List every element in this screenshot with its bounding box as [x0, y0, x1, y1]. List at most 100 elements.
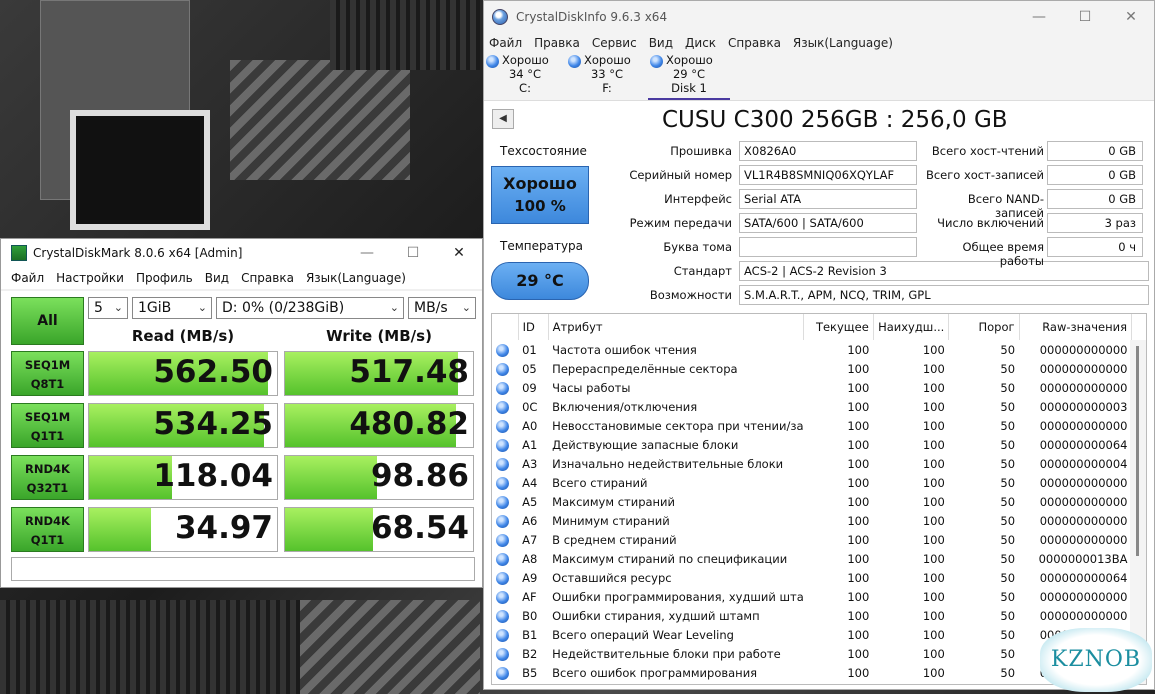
close-icon[interactable]: ✕: [436, 245, 482, 261]
menu-disk[interactable]: Диск: [685, 36, 716, 50]
menu-service[interactable]: Сервис: [592, 36, 637, 50]
menu-language[interactable]: Язык(Language): [793, 36, 893, 50]
column-header-worst[interactable]: Наихудш...: [873, 314, 950, 340]
info-label-serial: Серийный номер: [629, 168, 732, 182]
status-ok-icon: [496, 438, 509, 452]
table-row[interactable]: A5 Максимум стираний 100 100 50 000000000000: [492, 492, 1132, 511]
cell-raw: 000000000064: [1039, 437, 1128, 452]
menu-help[interactable]: Справка: [241, 271, 294, 285]
cell-id: A8: [522, 551, 538, 566]
info-value-power-on-hours: 0 ч: [1047, 237, 1143, 257]
table-row[interactable]: A7 В среднем стираний 100 100 50 000000000000: [492, 530, 1132, 549]
menu-language[interactable]: Язык(Language): [306, 271, 406, 285]
cell-id: A0: [522, 418, 538, 433]
table-row[interactable]: B2 Недействительные блоки при работе 100 10…: [492, 644, 1132, 663]
table-row[interactable]: AF Ошибки программирования, худший шта...…: [492, 587, 1132, 606]
cell-id: B2: [522, 646, 538, 661]
maximize-icon[interactable]: ☐: [390, 245, 436, 261]
test-button-0[interactable]: SEQ1M Q8T1: [11, 351, 84, 396]
write-result-0: 517.48: [284, 351, 474, 396]
test-button-1[interactable]: SEQ1M Q1T1: [11, 403, 84, 448]
row-status-cell: [492, 568, 518, 587]
cell-attribute: Перераспределённые сектора: [552, 361, 738, 376]
cell-id: 01: [522, 342, 537, 357]
cell-raw: 000000000000: [1039, 513, 1128, 528]
menu-view[interactable]: Вид: [205, 271, 229, 285]
minimize-icon[interactable]: —: [1016, 9, 1062, 25]
status-ok-icon: [496, 419, 509, 433]
menu-settings[interactable]: Настройки: [56, 271, 124, 285]
disk-tab-f[interactable]: Хорошо 33 °C F:: [566, 53, 648, 100]
cell-worst: 100: [922, 570, 945, 585]
menu-view[interactable]: Вид: [649, 36, 673, 50]
menu-file[interactable]: Файл: [489, 36, 522, 50]
table-row[interactable]: A3 Изначально недействительные блоки 100 10…: [492, 454, 1132, 473]
cell-attribute: Всего ошибок программирования: [552, 665, 758, 680]
menu-profile[interactable]: Профиль: [136, 271, 193, 285]
table-row[interactable]: 0C Включения/отключения 100 100 50 0000000000…: [492, 397, 1132, 416]
cell-raw: 000000000000: [1039, 608, 1128, 623]
menu-help[interactable]: Справка: [728, 36, 781, 50]
cell-raw: 000000000003: [1039, 399, 1128, 414]
table-row[interactable]: 09 Часы работы 100 100 50 000000000000: [492, 378, 1132, 397]
table-row[interactable]: B5Всего ошибок программирования100100500…: [492, 663, 1132, 682]
table-row[interactable]: 05 Перераспределённые сектора 100 100 50 0000…: [492, 359, 1132, 378]
table-row[interactable]: A8 Максимум стираний по спецификации 100 10…: [492, 549, 1132, 568]
column-header-raw[interactable]: Raw-значения: [1019, 314, 1133, 340]
row-status-cell: [492, 473, 518, 492]
disk-tab-disk1[interactable]: Хорошо 29 °C Disk 1: [648, 53, 730, 100]
status-ok-icon: [496, 457, 509, 471]
menu-file[interactable]: Файл: [11, 271, 44, 285]
run-all-button[interactable]: All: [11, 297, 84, 345]
table-row[interactable]: A4 Всего стираний 100 100 50 000000000000: [492, 473, 1132, 492]
cell-raw: 000000000000: [1039, 475, 1128, 490]
disk-tab-c[interactable]: Хорошо 34 °C C:: [484, 53, 566, 100]
cell-id: A3: [522, 456, 538, 471]
write-result-2: 98.86: [284, 455, 474, 500]
cell-worst: 100: [922, 589, 945, 604]
cell-threshold: 50: [1000, 513, 1016, 528]
cell-id: B5: [522, 665, 538, 680]
test-count-select[interactable]: 5 ⌄: [88, 297, 128, 319]
disk-model-title: CUSU C300 256GB : 256,0 GB: [662, 107, 1008, 133]
row-status-cell: [492, 625, 518, 644]
close-icon[interactable]: ✕: [1108, 9, 1154, 25]
write-value: 480.82: [349, 406, 469, 442]
test-size-select[interactable]: 1GiB ⌄: [132, 297, 212, 319]
drive-select[interactable]: D: 0% (0/238GiB) ⌄: [216, 297, 404, 319]
table-row[interactable]: A0 Невосстановимые сектора при чтении/за.…: [492, 416, 1132, 435]
column-header-threshold[interactable]: Порог: [948, 314, 1020, 340]
column-header-attribute[interactable]: Атрибут: [548, 314, 804, 340]
menu-edit[interactable]: Правка: [534, 36, 580, 50]
test-button-2[interactable]: RND4K Q32T1: [11, 455, 84, 500]
cell-threshold: 50: [1000, 589, 1016, 604]
status-ok-icon: [496, 381, 509, 395]
cell-id: A6: [522, 513, 538, 528]
background-heatsink-2: [300, 600, 480, 694]
table-row[interactable]: A1 Действующие запасные блоки 100 100 50 0000…: [492, 435, 1132, 454]
table-row[interactable]: A9 Оставшийся ресурс 100 100 50 000000000064: [492, 568, 1132, 587]
table-row[interactable]: A6 Минимум стираний 100 100 50 000000000000: [492, 511, 1132, 530]
background-ram: [330, 0, 480, 70]
info-label-features: Возможности: [649, 288, 732, 302]
column-header-status[interactable]: [492, 314, 519, 340]
table-row[interactable]: B0 Ошибки стирания, худший штамп 100 100 50 0…: [492, 606, 1132, 625]
unit-select[interactable]: MB/s ⌄: [408, 297, 476, 319]
column-header-id[interactable]: ID: [518, 314, 549, 340]
info-value-host-reads: 0 GB: [1047, 141, 1143, 161]
test-button-3[interactable]: RND4K Q1T1: [11, 507, 84, 552]
status-ok-icon: [496, 533, 509, 547]
disk-status: Хорошо: [502, 53, 549, 67]
read-progress-fill: [89, 508, 152, 551]
cell-raw: 000000000000: [1039, 380, 1128, 395]
table-row[interactable]: 01 Частота ошибок чтения 100 100 50 000000000…: [492, 340, 1132, 359]
scrollbar-thumb[interactable]: [1136, 346, 1139, 556]
info-value-serial: VL1R4B8SMNIQ06XQYLAF: [739, 165, 917, 185]
table-row[interactable]: B1Всего операций Wear Leveling1001005000…: [492, 625, 1132, 644]
maximize-icon[interactable]: ☐: [1062, 9, 1108, 25]
cell-current: 100: [847, 437, 870, 452]
previous-disk-button[interactable]: ◀: [492, 109, 514, 129]
info-label-firmware: Прошивка: [670, 144, 732, 158]
minimize-icon[interactable]: —: [344, 245, 390, 261]
column-header-current[interactable]: Текущее: [803, 314, 874, 340]
